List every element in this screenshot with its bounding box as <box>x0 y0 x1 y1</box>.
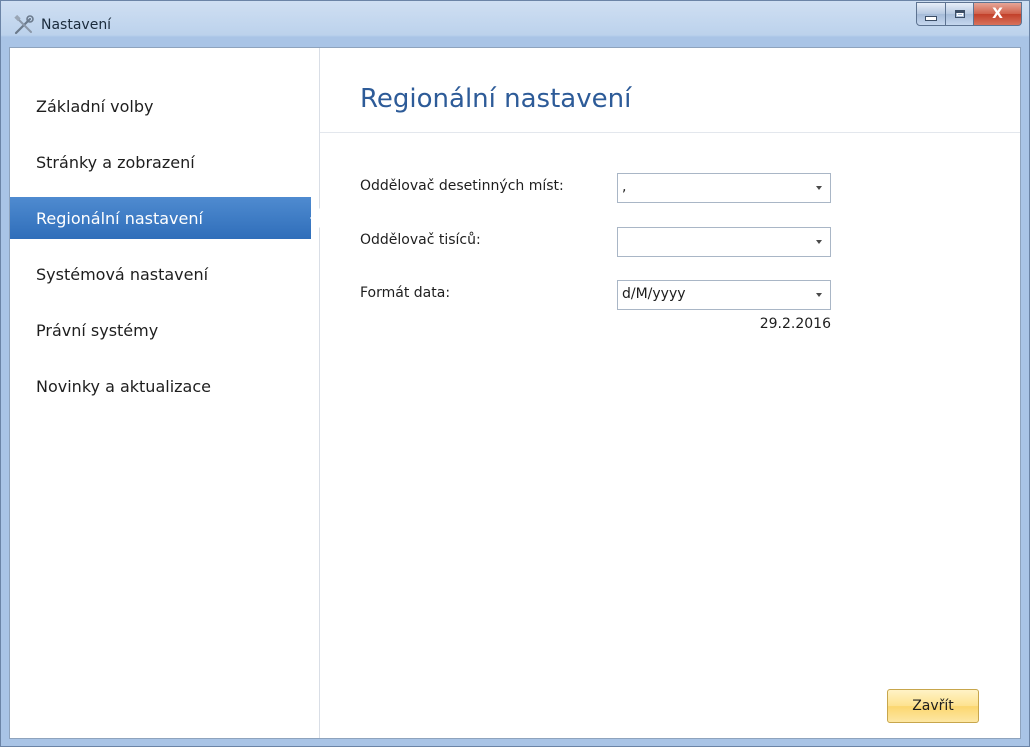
sidebar-item-label: Stránky a zobrazení <box>36 152 195 172</box>
page-title: Regionální nastavení <box>360 84 632 114</box>
maximize-button[interactable] <box>946 2 974 26</box>
sidebar-item-pages-display[interactable]: Stránky a zobrazení <box>10 141 311 183</box>
decimal-separator-dropdown[interactable]: , <box>617 173 831 203</box>
decimal-separator-label: Oddělovač desetinných míst: <box>360 178 564 194</box>
sidebar-item-label: Systémová nastavení <box>36 264 209 284</box>
minimize-button[interactable] <box>916 2 946 26</box>
title-bar[interactable]: Nastavení X <box>1 1 1029 47</box>
sidebar-item-label: Základní volby <box>36 96 154 116</box>
date-format-value: d/M/yyyy <box>622 286 686 302</box>
settings-sidebar: Základní volby Stránky a zobrazení Regio… <box>10 48 321 738</box>
sidebar-item-system-settings[interactable]: Systémová nastavení <box>10 253 311 295</box>
decimal-separator-value: , <box>622 179 627 195</box>
sidebar-item-news-updates[interactable]: Novinky a aktualizace <box>10 365 311 407</box>
date-format-dropdown[interactable]: d/M/yyyy <box>617 280 831 310</box>
sidebar-item-basic-options[interactable]: Základní volby <box>10 85 311 127</box>
sidebar-item-legal-systems[interactable]: Právní systémy <box>10 309 311 351</box>
maximize-icon <box>954 10 965 18</box>
sidebar-item-label: Novinky a aktualizace <box>36 376 211 396</box>
close-window-button[interactable]: X <box>974 2 1022 26</box>
sidebar-item-label: Regionální nastavení <box>36 208 203 228</box>
title-divider <box>320 132 1020 133</box>
settings-main-panel: Regionální nastavení Oddělovač desetinný… <box>320 48 1020 738</box>
settings-window: Nastavení X Základní volby Stránky a zob… <box>0 0 1030 747</box>
sidebar-item-regional-settings[interactable]: Regionální nastavení <box>10 197 321 239</box>
close-icon: X <box>992 6 1003 22</box>
date-format-preview: 29.2.2016 <box>759 316 831 332</box>
chevron-down-icon <box>816 186 822 190</box>
window-controls: X <box>916 2 1022 28</box>
date-format-label: Formát data: <box>360 285 451 301</box>
sidebar-item-label: Právní systémy <box>36 320 159 340</box>
tools-icon <box>13 14 35 36</box>
close-button[interactable]: Zavřít <box>887 689 979 723</box>
chevron-down-icon <box>816 293 822 297</box>
chevron-down-icon <box>816 240 822 244</box>
thousands-separator-dropdown[interactable] <box>617 227 831 257</box>
window-title: Nastavení <box>41 17 112 33</box>
client-area: Základní volby Stránky a zobrazení Regio… <box>9 47 1021 739</box>
minimize-icon <box>925 16 937 21</box>
thousands-separator-label: Oddělovač tisíců: <box>360 232 481 248</box>
